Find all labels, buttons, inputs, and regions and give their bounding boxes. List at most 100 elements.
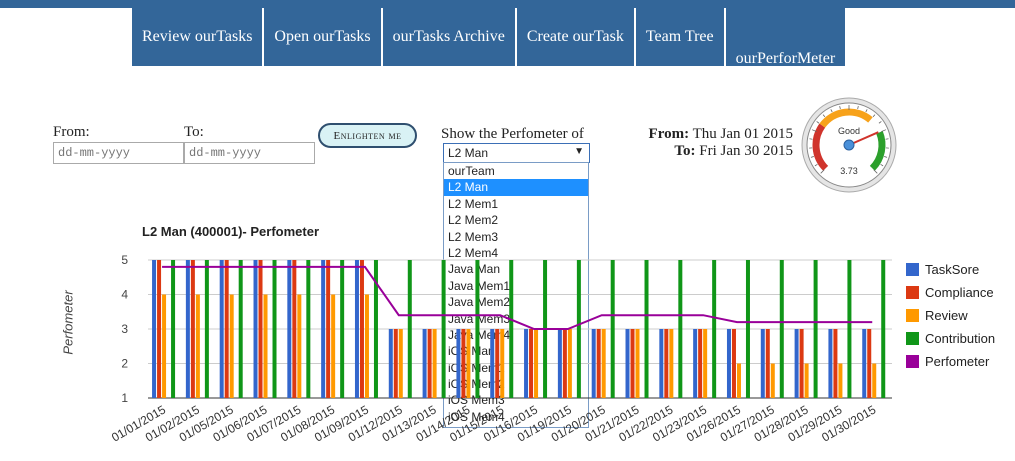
nav-open-ourtasks[interactable]: Open ourTasks xyxy=(264,8,383,66)
performance-gauge: Good 3.73 xyxy=(801,97,897,193)
gauge-value: 3.73 xyxy=(840,166,858,176)
dropdown-option[interactable]: ourTeam xyxy=(444,163,588,179)
nav-review-ourtasks[interactable]: Review ourTasks xyxy=(132,8,265,66)
nav-team-tree[interactable]: Team Tree xyxy=(636,8,726,66)
bar-contribution xyxy=(576,260,581,398)
range-from-key: From: xyxy=(648,126,690,142)
bar-review xyxy=(703,329,708,398)
bar-compliance xyxy=(258,260,263,398)
bar-contribution xyxy=(881,260,886,398)
bar-compliance xyxy=(664,329,669,398)
bar-tasksore xyxy=(726,329,731,398)
legend-item[interactable]: Perfometer xyxy=(906,350,995,373)
bar-contribution xyxy=(204,260,209,398)
bar-review xyxy=(500,329,505,398)
bar-contribution xyxy=(238,260,243,398)
bar-tasksore xyxy=(693,329,698,398)
bar-review xyxy=(297,294,302,398)
bar-review xyxy=(364,294,369,398)
bar-review xyxy=(567,329,572,398)
range-to-value: Fri Jan 30 2015 xyxy=(699,143,793,159)
bar-tasksore xyxy=(422,329,427,398)
bar-contribution xyxy=(475,260,480,398)
bar-compliance xyxy=(765,329,770,398)
legend-label: Compliance xyxy=(925,285,994,300)
bar-tasksore xyxy=(388,329,393,398)
bar-contribution xyxy=(678,260,683,398)
gauge-label: Good xyxy=(838,126,860,136)
bar-review xyxy=(601,329,606,398)
bar-review xyxy=(432,329,437,398)
bar-tasksore xyxy=(557,329,562,398)
bar-review xyxy=(838,363,843,398)
to-date-input[interactable] xyxy=(184,142,315,164)
bar-contribution xyxy=(272,260,277,398)
legend-swatch xyxy=(906,286,919,299)
bar-compliance xyxy=(224,260,229,398)
chevron-down-icon: ▼ xyxy=(574,146,584,157)
bar-review xyxy=(736,363,741,398)
dropdown-option[interactable]: L2 Man xyxy=(444,179,588,196)
bar-tasksore xyxy=(219,260,224,398)
nav-ourperformeter[interactable]: ourPerforMeter xyxy=(726,8,846,76)
legend-swatch xyxy=(906,309,919,322)
dropdown-option[interactable]: L2 Mem2 xyxy=(444,212,588,228)
legend-swatch xyxy=(906,332,919,345)
bar-compliance xyxy=(427,329,432,398)
bar-review xyxy=(331,294,336,398)
bar-contribution xyxy=(847,260,852,398)
bar-compliance xyxy=(630,329,635,398)
perfometer-chart: 1234501/01/201501/02/201501/05/201501/06… xyxy=(109,253,892,445)
legend-item[interactable]: Contribution xyxy=(906,327,995,350)
y-tick-label: 4 xyxy=(121,288,128,302)
from-date-input[interactable] xyxy=(53,142,184,164)
bar-compliance xyxy=(562,329,567,398)
bar-compliance xyxy=(833,329,838,398)
legend-item[interactable]: Compliance xyxy=(906,281,995,304)
legend-swatch xyxy=(906,355,919,368)
line-perfometer xyxy=(162,265,873,330)
bar-tasksore xyxy=(524,329,529,398)
bar-review xyxy=(669,329,674,398)
bar-tasksore xyxy=(152,260,157,398)
bar-tasksore xyxy=(490,329,495,398)
bar-compliance xyxy=(495,329,500,398)
bar-review xyxy=(872,363,877,398)
dropdown-option[interactable]: L2 Mem1 xyxy=(444,196,588,212)
bar-contribution xyxy=(509,260,514,398)
bar-tasksore xyxy=(321,260,326,398)
legend-item[interactable]: TaskSore xyxy=(906,258,995,281)
range-to-key: To: xyxy=(674,143,696,159)
bar-review xyxy=(162,294,167,398)
bar-compliance xyxy=(393,329,398,398)
member-select[interactable]: L2 Man ▼ xyxy=(443,143,590,163)
bar-tasksore xyxy=(659,329,664,398)
bar-contribution xyxy=(712,260,717,398)
bar-review xyxy=(770,363,775,398)
bar-contribution xyxy=(745,260,750,398)
enlighten-me-button[interactable]: Enlighten me xyxy=(318,123,417,148)
bar-compliance xyxy=(596,329,601,398)
bar-compliance xyxy=(190,260,195,398)
bar-contribution xyxy=(306,260,311,398)
legend-item[interactable]: Review xyxy=(906,304,995,327)
bar-compliance xyxy=(157,260,162,398)
bar-tasksore xyxy=(253,260,258,398)
chart-legend: TaskSore Compliance Review Contribution Perf… xyxy=(906,258,995,373)
bar-compliance xyxy=(698,329,703,398)
bar-review xyxy=(229,294,234,398)
bar-tasksore xyxy=(354,260,359,398)
nav-ourtasks-archive[interactable]: ourTasks Archive xyxy=(383,8,517,66)
legend-label: Review xyxy=(925,308,968,323)
bar-compliance xyxy=(292,260,297,398)
legend-label: Contribution xyxy=(925,331,996,346)
nav-create-ourtask[interactable]: Create ourTask xyxy=(517,8,636,66)
from-label: From: xyxy=(53,124,90,140)
bar-review xyxy=(534,329,539,398)
bar-compliance xyxy=(359,260,364,398)
bar-tasksore xyxy=(591,329,596,398)
y-tick-label: 2 xyxy=(121,357,128,371)
bar-compliance xyxy=(326,260,331,398)
bar-contribution xyxy=(644,260,649,398)
bar-tasksore xyxy=(862,329,867,398)
